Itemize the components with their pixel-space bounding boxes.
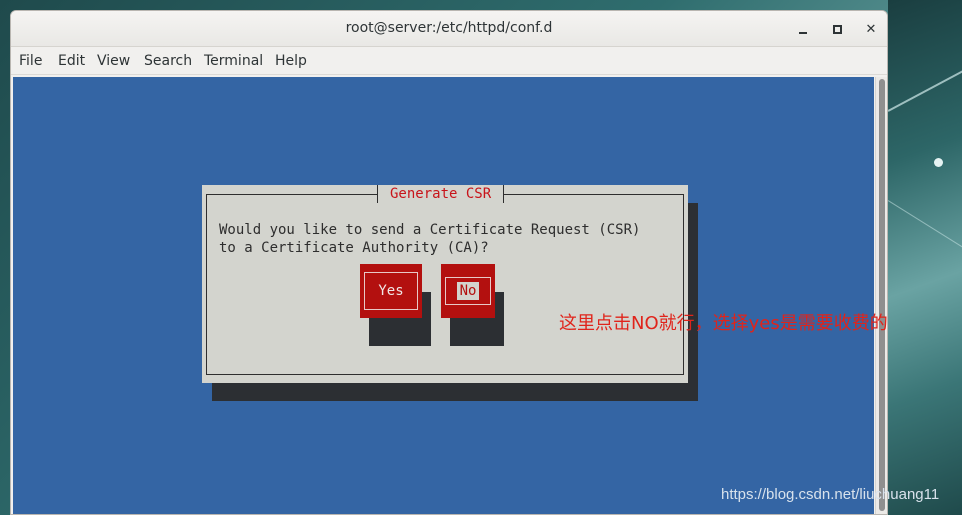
menu-terminal[interactable]: Terminal	[204, 53, 263, 69]
no-button-frame: No	[445, 277, 491, 305]
annotation-text: 这里点击NO就行，选择yes是需要收费的	[559, 313, 888, 334]
terminal-window: root@server:/etc/httpd/conf.d ✕ File Edi…	[10, 10, 888, 515]
desktop-streak	[888, 200, 962, 265]
no-button[interactable]: No	[441, 264, 495, 318]
menu-file[interactable]: File	[19, 53, 42, 69]
dialog-message-line-2: to a Certificate Authority (CA)?	[219, 240, 489, 256]
close-icon: ✕	[865, 21, 877, 37]
scrollbar-thumb[interactable]	[879, 79, 885, 511]
no-button-label: No	[456, 282, 480, 300]
window-title: root@server:/etc/httpd/conf.d	[345, 20, 553, 36]
desktop-streak	[888, 53, 962, 112]
desktop-background	[888, 0, 962, 515]
scrollbar[interactable]	[875, 77, 887, 514]
menu-view[interactable]: View	[97, 53, 130, 69]
desktop-dot	[934, 158, 943, 167]
minimize-icon	[799, 32, 807, 34]
minimize-button[interactable]	[793, 19, 813, 39]
yes-button-label: Yes	[364, 272, 418, 310]
title-bar[interactable]: root@server:/etc/httpd/conf.d ✕	[11, 11, 887, 47]
maximize-icon	[832, 24, 842, 34]
close-button[interactable]: ✕	[861, 19, 881, 39]
dialog-message: Would you like to send a Certificate Req…	[219, 221, 640, 257]
maximize-button[interactable]	[827, 19, 847, 39]
menu-edit[interactable]: Edit	[58, 53, 85, 69]
menu-bar: File Edit View Search Terminal Help	[11, 47, 887, 75]
yes-button[interactable]: Yes	[360, 264, 422, 318]
dialog-title: Generate CSR	[377, 185, 505, 203]
watermark: https://blog.csdn.net/liuchuang11	[721, 486, 940, 503]
menu-help[interactable]: Help	[275, 53, 307, 69]
dialog-message-line-1: Would you like to send a Certificate Req…	[219, 222, 641, 238]
menu-search[interactable]: Search	[144, 53, 192, 69]
